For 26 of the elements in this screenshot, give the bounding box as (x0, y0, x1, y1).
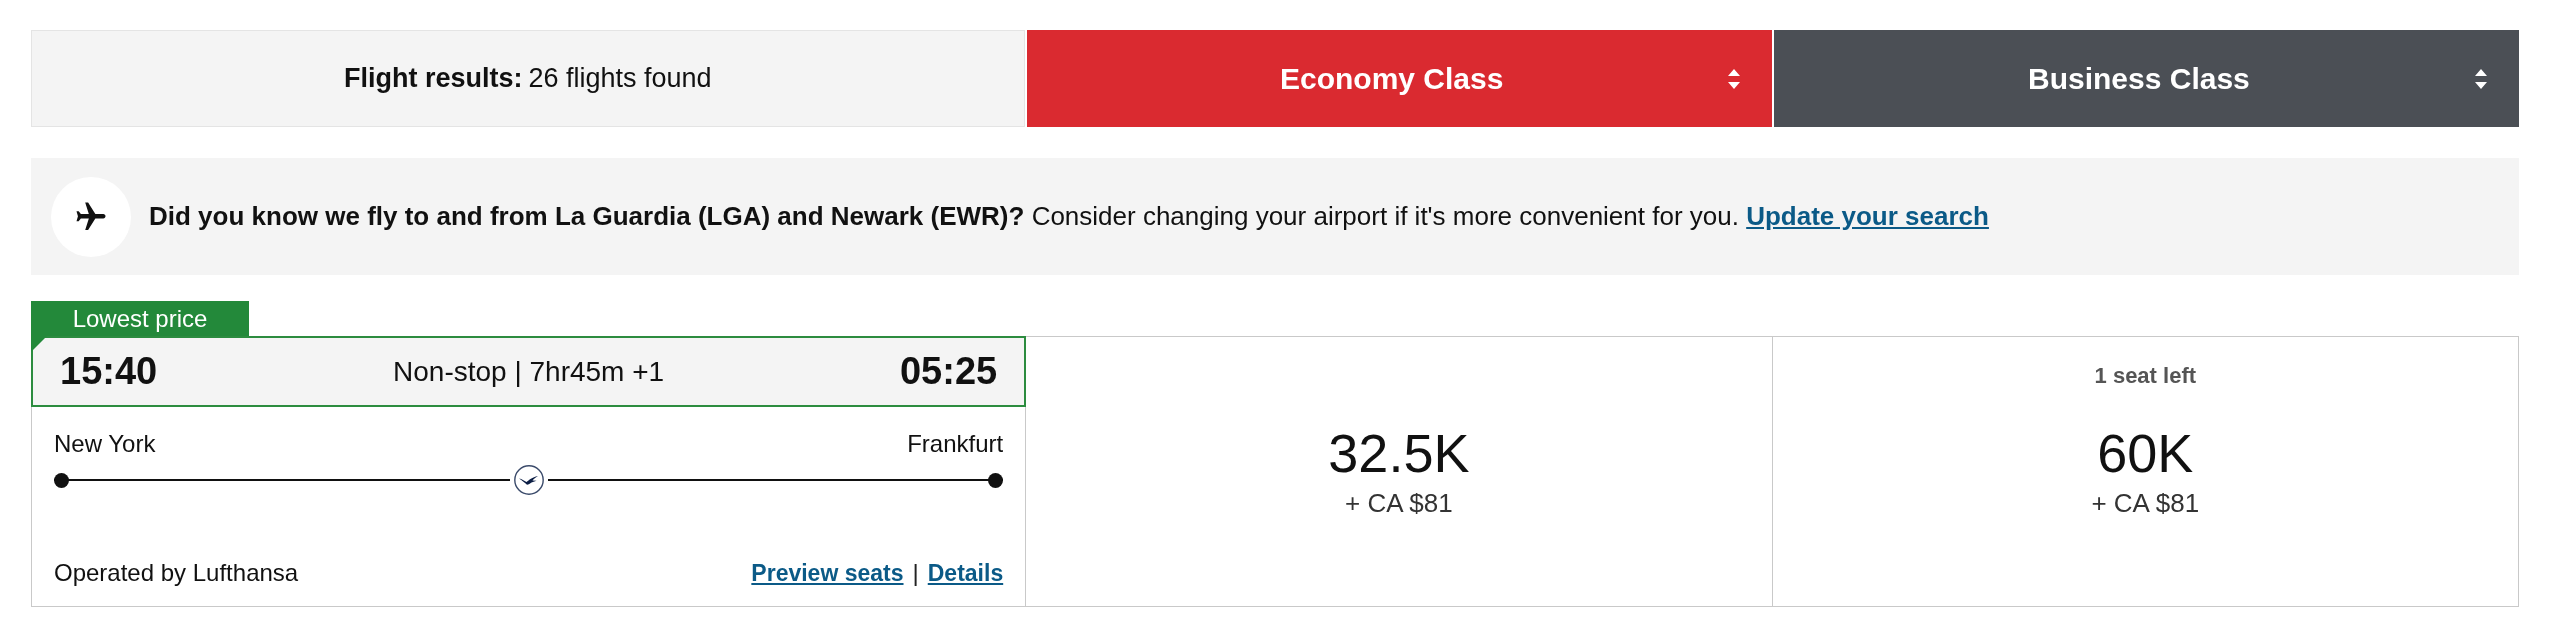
cabin-tab[interactable]: Business Class (1773, 30, 2519, 127)
notice-text: Did you know we fly to and from La Guardia (LGA) and Newark (EWR)? Consider changing your airport if it's more convenient for you. Update your search (149, 201, 1989, 232)
lowest-price-badge: Lowest price (31, 301, 249, 336)
arrival-time: 05:25 (900, 350, 998, 393)
fare-taxes: + CA $81 (2091, 487, 2200, 519)
bird-icon (513, 465, 544, 495)
flight-link[interactable]: Details (927, 560, 1004, 587)
dot-icon (54, 472, 69, 488)
fare-taxes: + CA $81 (1345, 487, 1453, 519)
seats-left-note: 1 seat left (2094, 363, 2197, 389)
cabin-tab[interactable]: Economy Class (1026, 30, 1772, 127)
origin-city: New York (54, 430, 156, 458)
update-search-link[interactable]: Update your search (1746, 201, 1989, 231)
fare-option[interactable]: 1 seat left 60K + CA $81 (1772, 336, 2519, 607)
fare-price: 60K (2097, 424, 2194, 484)
departure-time: 15:40 (60, 350, 158, 393)
destination-city: Frankfurt (907, 430, 1004, 458)
fare-option[interactable]: 32.5K + CA $81 (1026, 336, 1773, 607)
link-separator: | (912, 559, 919, 587)
fare-price: 32.5K (1328, 424, 1470, 484)
airplane-icon (51, 176, 131, 257)
dot-icon (988, 472, 1004, 488)
flight-link[interactable]: Preview seats (751, 560, 904, 587)
results-summary: Flight results: 26 flights found (31, 30, 1025, 127)
flight-summary: Non-stop | 7hr45m +1 (393, 355, 665, 388)
operator-text: Operated by Lufthansa (54, 559, 299, 587)
